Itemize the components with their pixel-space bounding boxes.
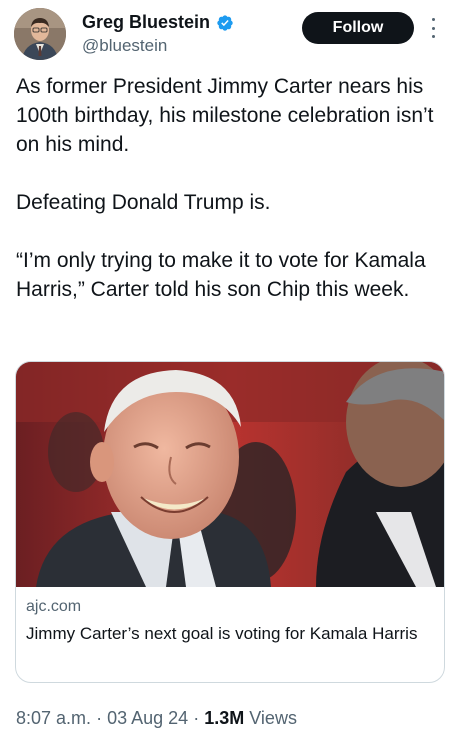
author-handle[interactable]: @bluestein bbox=[82, 36, 167, 56]
views-count: 1.3M bbox=[204, 708, 245, 728]
views-label: Views bbox=[249, 708, 297, 728]
tweet-paragraph: Defeating Donald Trump is. bbox=[16, 191, 271, 214]
link-card-domain: ajc.com bbox=[26, 598, 82, 615]
link-card-meta: ajc.com Jimmy Carter’s next goal is voti… bbox=[26, 598, 436, 645]
separator: · bbox=[193, 708, 200, 728]
link-card-title[interactable]: Jimmy Carter’s next goal is voting for K… bbox=[26, 622, 436, 645]
tweet-footer: 8:07 a.m. · 03 Aug 24 · 1.3M Views bbox=[16, 708, 297, 729]
follow-button[interactable]: Follow bbox=[302, 12, 414, 44]
link-card[interactable]: ajc.com Jimmy Carter’s next goal is voti… bbox=[15, 361, 445, 683]
verified-badge-icon bbox=[217, 14, 233, 31]
avatar[interactable] bbox=[14, 8, 66, 60]
tweet-header: Greg Bluestein @bluestein Follow bbox=[14, 8, 446, 60]
tweet-time[interactable]: 8:07 a.m. bbox=[16, 708, 91, 728]
tweet-text: As former President Jimmy Carter nears h… bbox=[16, 72, 444, 304]
separator: · bbox=[96, 708, 103, 728]
author-name-row[interactable]: Greg Bluestein bbox=[82, 12, 234, 33]
author-display-name[interactable]: Greg Bluestein bbox=[82, 12, 210, 33]
tweet-paragraph: As former President Jimmy Carter nears h… bbox=[16, 75, 434, 156]
more-options-icon[interactable] bbox=[426, 18, 440, 38]
tweet-paragraph: “I’m only trying to make it to vote for … bbox=[16, 249, 426, 301]
tweet-date[interactable]: 03 Aug 24 bbox=[107, 708, 188, 728]
link-card-image[interactable] bbox=[16, 362, 444, 587]
